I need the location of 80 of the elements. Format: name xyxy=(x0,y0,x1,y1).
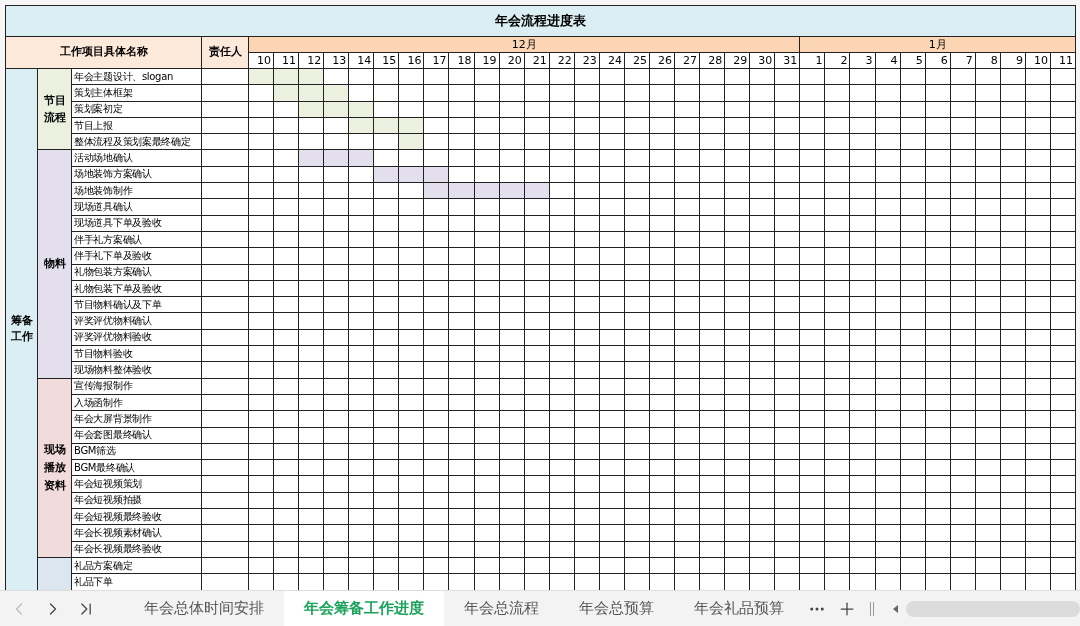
sheet-tab[interactable]: 年会总流程 xyxy=(444,591,559,626)
task-name: 场地装饰方案确认 xyxy=(72,166,201,183)
day-header: 18 xyxy=(449,53,474,68)
day-header: 20 xyxy=(499,53,524,68)
task-name: 评奖评优物料验收 xyxy=(72,329,201,346)
day-header: 17 xyxy=(424,53,449,68)
task-name: 现场道具确认 xyxy=(72,199,201,215)
task-name: 年会长视频最终验收 xyxy=(72,541,201,557)
task-name: 礼物包装方案确认 xyxy=(72,264,201,280)
day-header: 11 xyxy=(1050,53,1075,68)
task-name: BGM最终确认 xyxy=(72,460,201,476)
month-header: 12月 xyxy=(249,37,800,52)
day-header: 27 xyxy=(675,53,700,68)
day-header: 15 xyxy=(374,53,399,68)
task-name: 宣传海报制作 xyxy=(72,378,201,394)
task-name: 礼物包装下单及验收 xyxy=(72,280,201,297)
task-name: 场地装饰制作 xyxy=(72,183,201,199)
task-name: 年会短视频拍摄 xyxy=(72,492,201,508)
task-name: 评奖评优物料确认 xyxy=(72,313,201,329)
day-header: 22 xyxy=(549,53,574,68)
day-header: 29 xyxy=(725,53,750,68)
task-name: 策划主体框架 xyxy=(72,85,201,101)
task-name: 伴手礼方案确认 xyxy=(72,231,201,248)
day-header: 26 xyxy=(649,53,674,68)
sheet-tab[interactable]: 年会礼品预算 xyxy=(674,591,804,626)
day-header: 25 xyxy=(624,53,649,68)
section-label: 筹备工作 xyxy=(6,69,37,590)
splitter-icon[interactable] xyxy=(870,601,874,616)
task-name: 节目物料确认及下单 xyxy=(72,297,201,313)
task-name: 年会主题设计、slogan xyxy=(72,69,201,85)
task-name: 节目物料验收 xyxy=(72,346,201,362)
day-header: 9 xyxy=(1000,53,1025,68)
column-header: 责任人 xyxy=(202,37,248,68)
sheet-title: 年会流程进度表 xyxy=(6,6,1075,36)
day-header: 19 xyxy=(474,53,499,68)
sheet-tab[interactable]: 年会总体时间安排 xyxy=(124,591,284,626)
day-header: 24 xyxy=(599,53,624,68)
column-header: 工作项目具体名称 xyxy=(6,37,201,68)
day-header: 10 xyxy=(249,53,274,68)
group-label: 现场播放资料 xyxy=(38,378,71,557)
day-header: 21 xyxy=(524,53,549,68)
scroll-left-icon[interactable] xyxy=(892,604,900,613)
task-name: 年会套图最终确认 xyxy=(72,427,201,443)
day-header: 14 xyxy=(349,53,374,68)
day-header: 31 xyxy=(775,53,800,68)
task-name: 节目上报 xyxy=(72,117,201,134)
day-header: 16 xyxy=(399,53,424,68)
day-header: 2 xyxy=(825,53,850,68)
day-header: 23 xyxy=(574,53,599,68)
day-header: 10 xyxy=(1025,53,1050,68)
sheet-tab[interactable]: 年会总预算 xyxy=(559,591,674,626)
task-name: 现场物料整体验收 xyxy=(72,362,201,378)
day-header: 11 xyxy=(274,53,299,68)
day-header: 12 xyxy=(299,53,324,68)
task-name: 入场函制作 xyxy=(72,394,201,411)
day-header: 13 xyxy=(324,53,349,68)
task-name: 策划案初定 xyxy=(72,101,201,117)
task-name: 现场道具下单及验收 xyxy=(72,215,201,231)
day-header: 1 xyxy=(800,53,825,68)
day-header: 28 xyxy=(700,53,725,68)
task-name: 礼品下单 xyxy=(72,574,201,590)
task-name: BGM筛选 xyxy=(72,443,201,460)
month-header: 1月 xyxy=(800,37,1075,52)
day-header: 3 xyxy=(850,53,875,68)
group-label: 物料 xyxy=(38,150,71,378)
task-name: 活动场地确认 xyxy=(72,150,201,166)
task-name: 整体流程及策划案最终确定 xyxy=(72,134,201,150)
day-header: 6 xyxy=(925,53,950,68)
day-header: 30 xyxy=(750,53,775,68)
day-header: 4 xyxy=(875,53,900,68)
day-header: 7 xyxy=(950,53,975,68)
day-header: 5 xyxy=(900,53,925,68)
group-label: 节目流程 xyxy=(38,69,71,150)
task-name: 年会短视频策划 xyxy=(72,476,201,492)
task-name: 礼品方案确定 xyxy=(72,557,201,574)
task-name: 年会大屏背景制作 xyxy=(72,411,201,427)
task-name: 年会长视频素材确认 xyxy=(72,525,201,541)
day-header: 8 xyxy=(975,53,1000,68)
task-name: 年会短视频最终验收 xyxy=(72,509,201,525)
task-name: 伴手礼下单及验收 xyxy=(72,248,201,264)
